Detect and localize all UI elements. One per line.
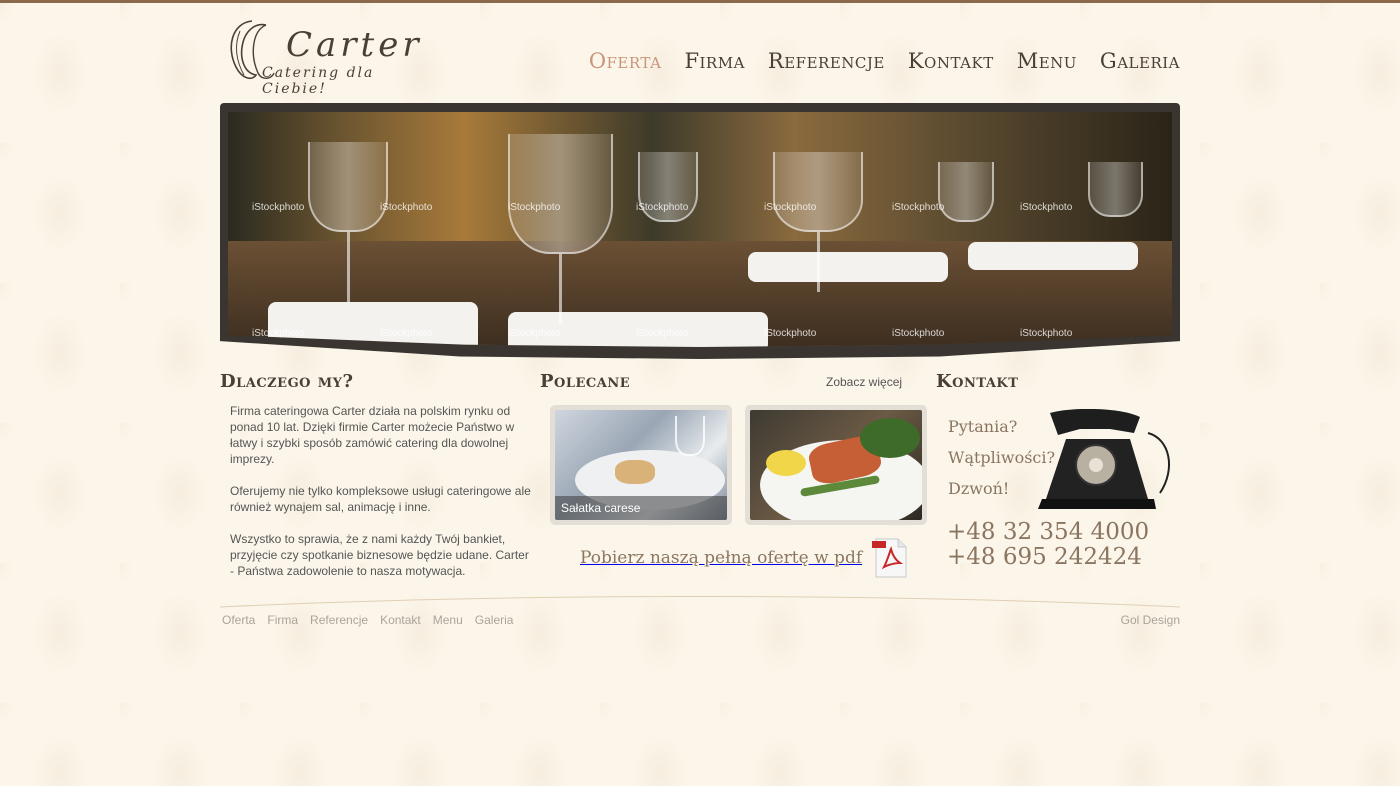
wine-glass-shape: [773, 152, 863, 232]
footer-link-firma[interactable]: Firma: [267, 613, 298, 627]
footer-link-kontakt[interactable]: Kontakt: [380, 613, 421, 627]
banner-watermark: iStockphoto: [252, 202, 305, 213]
pdf-icon: [872, 537, 908, 579]
dish-photo: Sałatka carese: [555, 410, 727, 520]
recommended-heading: Polecane: [540, 371, 631, 392]
napkin-shape: [748, 252, 948, 282]
banner-watermark: iStockphoto: [764, 202, 817, 213]
recommended-item[interactable]: [745, 405, 927, 525]
why-us-text: Firma cateringowa Carter działa na polsk…: [230, 403, 535, 595]
recommended-item[interactable]: Sałatka carese: [550, 405, 732, 525]
banner-watermark: iStockphoto: [508, 328, 561, 339]
logo-tagline: Catering dla Ciebie!: [262, 65, 375, 97]
wine-glass-shape: [938, 162, 994, 222]
banner-watermark: iStockphoto: [764, 328, 817, 339]
food-shape: [615, 460, 655, 484]
lemon-shape: [766, 450, 806, 476]
telephone-icon: [1038, 409, 1171, 509]
why-us-heading: Dlaczego my?: [220, 371, 354, 392]
download-pdf-label: Pobierz naszą pełną ofertę w pdf: [580, 548, 863, 568]
footer-link-menu[interactable]: Menu: [433, 613, 463, 627]
footer-divider: [220, 596, 1180, 608]
wine-glass-shape: [675, 416, 705, 456]
why-us-paragraph: Oferujemy nie tylko kompleksowe usługi c…: [230, 484, 531, 514]
wine-glass-shape: [508, 134, 613, 254]
nav-item-kontakt[interactable]: Kontakt: [908, 49, 994, 73]
dish-photo: [750, 410, 922, 520]
banner-watermark: iStockphoto: [892, 202, 945, 213]
banner-watermark: iStockphoto: [1020, 328, 1073, 339]
glass-stem-shape: [559, 254, 562, 324]
footer-nav: Oferta Firma Referencje Kontakt Menu Gal…: [222, 613, 513, 627]
logo[interactable]: Carter Catering dla Ciebie!: [222, 17, 427, 97]
banner-watermark: iStockphoto: [508, 202, 561, 213]
see-more-link[interactable]: Zobacz więcej: [826, 375, 902, 389]
napkin-shape: [968, 242, 1138, 270]
logo-wordmark: Carter: [286, 25, 423, 65]
contact-question: Dzwoń!: [948, 479, 1010, 498]
footer-credit-link[interactable]: Gol Design: [1121, 613, 1180, 627]
nav-item-oferta[interactable]: Oferta: [589, 49, 662, 73]
download-pdf-link[interactable]: Pobierz naszą pełną ofertę w pdf: [580, 537, 908, 579]
glass-stem-shape: [817, 232, 820, 292]
banner-watermark: iStockphoto: [892, 328, 945, 339]
hero-banner: iStockphoto iStockphoto iStockphoto iSto…: [220, 103, 1180, 359]
phone-number[interactable]: +48 32 354 4000: [947, 519, 1149, 545]
nav-item-galeria[interactable]: Galeria: [1100, 49, 1180, 73]
banner-watermark: iStockphoto: [636, 328, 689, 339]
footer-link-galeria[interactable]: Galeria: [475, 613, 514, 627]
banner-watermark: iStockphoto: [380, 202, 433, 213]
page-wrapper: Carter Catering dla Ciebie! Oferta Firma…: [220, 3, 1180, 786]
nav-item-firma[interactable]: Firma: [684, 49, 744, 73]
banner-watermark: iStockphoto: [1020, 202, 1073, 213]
nav-item-referencje[interactable]: Referencje: [768, 49, 885, 73]
nav-item-menu[interactable]: Menu: [1017, 49, 1077, 73]
why-us-paragraph: Wszystko to sprawia, że z nami każdy Twó…: [230, 532, 529, 578]
why-us-paragraph: Firma cateringowa Carter działa na polsk…: [230, 404, 515, 466]
footer-link-referencje[interactable]: Referencje: [310, 613, 368, 627]
contact-heading: Kontakt: [936, 371, 1019, 392]
wine-glass-shape: [1088, 162, 1143, 217]
wine-glass-shape: [308, 142, 388, 232]
greens-shape: [860, 418, 920, 458]
phone-number[interactable]: +48 695 242424: [947, 544, 1142, 570]
dish-caption: Sałatka carese: [555, 496, 727, 520]
glass-stem-shape: [347, 232, 350, 302]
banner-watermark: iStockphoto: [636, 202, 689, 213]
footer-link-oferta[interactable]: Oferta: [222, 613, 255, 627]
main-nav: Oferta Firma Referencje Kontakt Menu Gal…: [589, 49, 1180, 73]
contact-question: Pytania?: [948, 417, 1018, 436]
banner-photo: iStockphoto iStockphoto iStockphoto iSto…: [228, 112, 1172, 347]
banner-watermark: iStockphoto: [380, 328, 433, 339]
